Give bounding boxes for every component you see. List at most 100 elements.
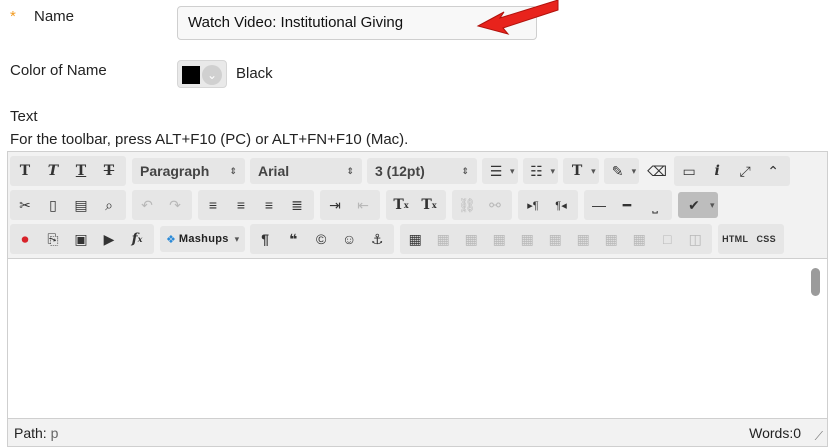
font-family-select[interactable]: Arial ⇕ — [250, 158, 362, 184]
link-icon[interactable]: ⛓ — [454, 192, 480, 218]
text-color-icon: T — [571, 163, 583, 179]
paste-icon[interactable]: ▤ — [68, 192, 94, 218]
align-right-icon[interactable]: ≡ — [256, 192, 282, 218]
nonbreaking-space-icon[interactable]: ⎵ — [642, 192, 668, 218]
required-marker: * — [10, 8, 16, 25]
copyright-icon[interactable]: © — [308, 226, 334, 252]
spellcheck-icon: ✔ — [688, 196, 700, 213]
align-left-icon[interactable]: ≡ — [200, 192, 226, 218]
subscript-icon[interactable]: Tx — [416, 192, 442, 218]
fullscreen-icon[interactable]: ⤢ — [732, 158, 758, 184]
size-select-label: 3 (12pt) — [375, 163, 425, 179]
toolbar-hint: For the toolbar, press ALT+F10 (PC) or A… — [10, 131, 409, 148]
text-label: Text — [10, 108, 38, 125]
indent-icon[interactable]: ⇥ — [322, 192, 348, 218]
cut-icon[interactable]: ✂ — [12, 192, 38, 218]
paragraph-select-label: Paragraph — [140, 163, 210, 179]
italic-icon[interactable]: T — [40, 158, 66, 184]
color-swatch — [182, 66, 200, 84]
toolbar-row-2: ✂ ▯ ▤ ⌕ ↶ ↷ ≡ ≡ ≡ ≣ ⇥ ⇤ Tx Tx ⛓ ⚯ ▸¶ ¶◂ … — [10, 189, 723, 221]
chevron-down-icon: ▾ — [591, 165, 596, 176]
image-icon[interactable]: ▣ — [68, 226, 94, 252]
html-source-button[interactable]: HTML — [720, 226, 750, 252]
eraser-icon[interactable]: ⌫ — [644, 158, 670, 184]
split-cells-icon[interactable]: □ — [654, 226, 680, 252]
redo-icon[interactable]: ↷ — [162, 192, 188, 218]
emoticon-icon[interactable]: ☺ — [336, 226, 362, 252]
delete-column-icon[interactable]: ▦ — [626, 226, 652, 252]
numbered-list-icon: ☷ — [530, 162, 543, 179]
text-color-button[interactable]: T ▾ — [563, 158, 599, 184]
numbered-list-button[interactable]: ☷ ▾ — [522, 158, 559, 184]
insert-row-after-icon[interactable]: ▦ — [514, 226, 540, 252]
attachment-icon[interactable]: ⎘ — [40, 226, 66, 252]
superscript-icon[interactable]: Tx — [388, 192, 414, 218]
merge-cells-icon[interactable]: ◫ — [682, 226, 708, 252]
math-formula-icon[interactable]: fx — [124, 226, 150, 252]
bullet-list-icon: ☰ — [489, 162, 503, 179]
chevron-down-icon: ▾ — [234, 233, 240, 244]
paragraph-mark-icon[interactable]: ¶ — [252, 226, 278, 252]
editor-content-area[interactable] — [8, 259, 827, 418]
table-row-props-icon[interactable]: ▦ — [430, 226, 456, 252]
chevron-down-icon: ▾ — [631, 165, 637, 176]
red-arrow-annotation — [476, 0, 559, 35]
preview-icon[interactable]: ▭ — [676, 158, 702, 184]
css-editor-button[interactable]: CSS — [752, 226, 780, 252]
horizontal-rule-icon[interactable]: — — [586, 192, 612, 218]
youtube-icon[interactable]: ⏺ — [12, 226, 38, 252]
chevron-down-icon[interactable]: ⌄ — [202, 65, 222, 85]
align-justify-icon[interactable]: ≣ — [284, 192, 310, 218]
find-icon[interactable]: ⌕ — [96, 192, 122, 218]
undo-icon[interactable]: ↶ — [134, 192, 160, 218]
copy-icon[interactable]: ▯ — [40, 192, 66, 218]
editor-toolbar: T T T T Paragraph ⇕ Arial ⇕ 3 (12pt) ⇕ ☰ ▾ ☷… — [8, 152, 827, 259]
scrollbar-thumb[interactable] — [811, 268, 820, 296]
strikethrough-icon[interactable]: T — [96, 158, 122, 184]
mashups-button[interactable]: ❖ Mashups ▾ — [160, 226, 246, 252]
align-center-icon[interactable]: ≡ — [228, 192, 254, 218]
toolbar-row-3: ⏺ ⎘ ▣ ▶ fx ❖ Mashups ▾ ¶ ❝ © ☺ ⚓ ▦ ▦ ▦ ▦… — [10, 223, 790, 255]
underline-icon[interactable]: T — [68, 158, 94, 184]
table-cell-props-icon[interactable]: ▦ — [458, 226, 484, 252]
bold-icon[interactable]: T — [12, 158, 38, 184]
bullet-list-button[interactable]: ☰ ▾ — [482, 158, 518, 184]
chevron-down-icon: ▾ — [550, 165, 556, 176]
select-arrows-icon: ⇕ — [461, 165, 469, 176]
rtl-icon[interactable]: ¶◂ — [548, 192, 574, 218]
info-icon[interactable]: i — [704, 158, 730, 184]
delete-row-icon[interactable]: ▦ — [542, 226, 568, 252]
word-count: Words:0 — [749, 425, 801, 441]
chevron-down-icon: ▾ — [710, 199, 715, 210]
spellcheck-button[interactable]: ✔ ▾ — [678, 192, 718, 218]
path-value[interactable]: p — [51, 425, 59, 441]
mashups-icon: ❖ — [166, 233, 176, 246]
collapse-icon[interactable]: ⌃ — [760, 158, 786, 184]
ltr-icon[interactable]: ▸¶ — [520, 192, 546, 218]
rich-text-editor: T T T T Paragraph ⇕ Arial ⇕ 3 (12pt) ⇕ ☰ ▾ ☷… — [7, 151, 828, 447]
name-label: Name — [34, 8, 75, 25]
color-picker[interactable]: ⌄ — [177, 60, 227, 88]
blockquote-icon[interactable]: ❝ — [280, 226, 306, 252]
thick-rule-icon[interactable]: ━ — [614, 192, 640, 218]
font-size-select[interactable]: 3 (12pt) ⇕ — [367, 158, 477, 184]
highlighter-icon: ✎ — [611, 162, 624, 179]
font-select-label: Arial — [258, 163, 290, 179]
outdent-icon[interactable]: ⇤ — [350, 192, 376, 218]
table-icon[interactable]: ▦ — [402, 226, 428, 252]
toolbar-row-1: T T T T Paragraph ⇕ Arial ⇕ 3 (12pt) ⇕ ☰ ▾ ☷… — [10, 155, 796, 187]
highlight-color-button[interactable]: ✎ ▾ — [603, 158, 640, 184]
insert-column-before-icon[interactable]: ▦ — [570, 226, 596, 252]
select-arrows-icon: ⇕ — [346, 165, 354, 176]
color-value: Black — [236, 65, 273, 82]
paragraph-format-select[interactable]: Paragraph ⇕ — [132, 158, 245, 184]
unlink-icon[interactable]: ⚯ — [482, 192, 508, 218]
media-icon[interactable]: ▶ — [96, 226, 122, 252]
mashups-label: Mashups — [178, 233, 229, 245]
insert-row-before-icon[interactable]: ▦ — [486, 226, 512, 252]
insert-column-after-icon[interactable]: ▦ — [598, 226, 624, 252]
resize-handle-icon[interactable]: ⟋ — [815, 429, 823, 444]
anchor-icon[interactable]: ⚓ — [364, 226, 390, 252]
chevron-down-icon: ▾ — [510, 165, 515, 176]
select-arrows-icon: ⇕ — [229, 165, 237, 176]
